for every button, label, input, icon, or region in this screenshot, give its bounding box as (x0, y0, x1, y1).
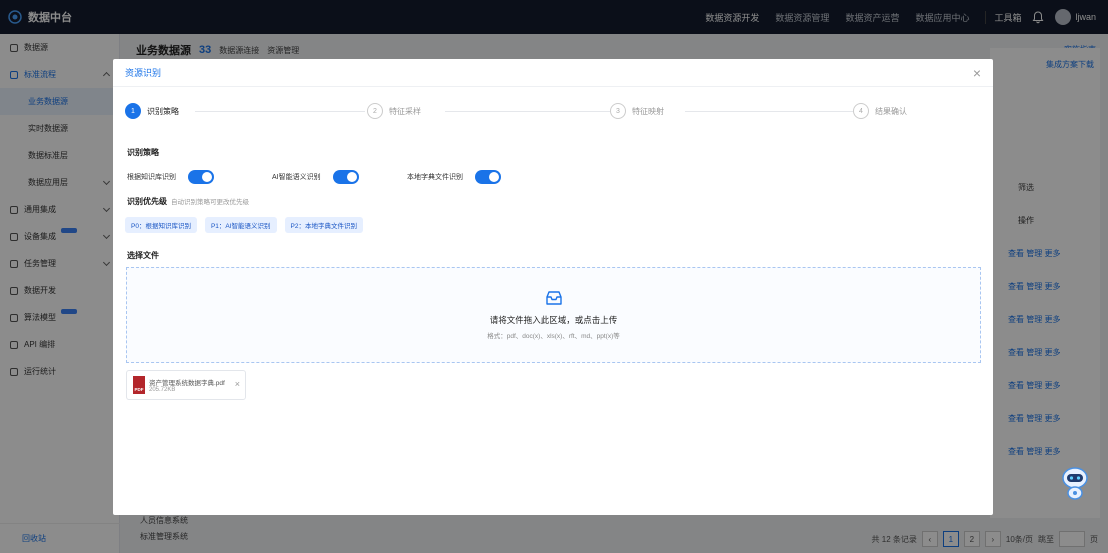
knowledge-base-toggle[interactable] (188, 170, 214, 184)
priority-pill[interactable]: P2：本地字典文件识别 (284, 217, 363, 233)
step-4: 4 结果确认 (853, 103, 913, 119)
switch-local-dict: 本地字典文件识别 (407, 170, 501, 184)
file-drop-zone[interactable]: 请将文件拖入此区域，或点击上传 格式：pdf、doc(x)、xls(x)、rft… (126, 267, 981, 363)
priority-hint: 自动识别策略可更改优先级 (171, 199, 249, 206)
modal-header: 资源识别 (113, 59, 993, 87)
ai-semantic-toggle[interactable] (332, 170, 359, 184)
resource-identify-modal: 资源识别 × 1 识别策略 2 特征采样 3 特征映射 4 结果确认 识别策略 根据知识… (113, 59, 993, 515)
switch-label: AI智能语义识别 (272, 174, 321, 181)
step-connector (195, 111, 365, 112)
switch-label: 根据知识库识别 (127, 174, 176, 181)
drop-zone-text: 请将文件拖入此区域，或点击上传 (489, 315, 618, 325)
file-title: 选择文件 (127, 251, 159, 260)
step-label: 结果确认 (875, 106, 907, 116)
step-label: 特征采样 (389, 106, 421, 116)
priority-pill[interactable]: P0：根据知识库识别 (125, 217, 197, 233)
step-2: 2 特征采样 (367, 103, 427, 119)
step-3: 3 特征映射 (610, 103, 670, 119)
switch-knowledge-base: 根据知识库识别 (127, 170, 214, 184)
step-label: 特征映射 (632, 106, 664, 116)
step-number: 1 (125, 103, 141, 119)
step-1: 1 识别策略 (125, 103, 185, 119)
step-connector (445, 111, 615, 112)
switch-ai-semantic: AI智能语义识别 (272, 170, 359, 184)
stepper: 1 识别策略 2 特征采样 3 特征映射 4 结果确认 (125, 103, 981, 119)
drop-zone-formats: 格式：pdf、doc(x)、xls(x)、rft、md、ppt(x)等 (487, 333, 620, 340)
switch-label: 本地字典文件识别 (407, 174, 463, 181)
modal-title: 资源识别 (125, 68, 162, 78)
priority-pill[interactable]: P1：AI智能语义识别 (204, 217, 277, 233)
inbox-icon (545, 291, 562, 305)
pdf-icon: PDF (133, 376, 145, 394)
file-info: 资产管理系统数据字典.pdf 205.72KB (149, 377, 225, 393)
local-dict-toggle[interactable] (475, 170, 501, 184)
assistant-robot-icon[interactable] (1060, 465, 1090, 501)
step-number: 3 (610, 103, 626, 119)
close-icon[interactable]: × (973, 66, 981, 80)
priority-list: P0：根据知识库识别 P1：AI智能语义识别 P2：本地字典文件识别 (125, 217, 363, 233)
step-number: 4 (853, 103, 869, 119)
remove-file-icon[interactable]: × (235, 379, 240, 389)
priority-title-text: 识别优先级 (127, 197, 167, 206)
step-label: 识别策略 (147, 106, 179, 116)
step-number: 2 (367, 103, 383, 119)
strategy-switches: 根据知识库识别 AI智能语义识别 本地字典文件识别 (127, 170, 627, 186)
step-connector (685, 111, 855, 112)
uploaded-file[interactable]: PDF 资产管理系统数据字典.pdf 205.72KB × (126, 370, 246, 400)
file-size: 205.72KB (149, 387, 176, 393)
file-name: 资产管理系统数据字典.pdf (149, 380, 225, 387)
strategy-title: 识别策略 (127, 148, 159, 157)
priority-title: 识别优先级 自动识别策略可更改优先级 (127, 196, 249, 207)
